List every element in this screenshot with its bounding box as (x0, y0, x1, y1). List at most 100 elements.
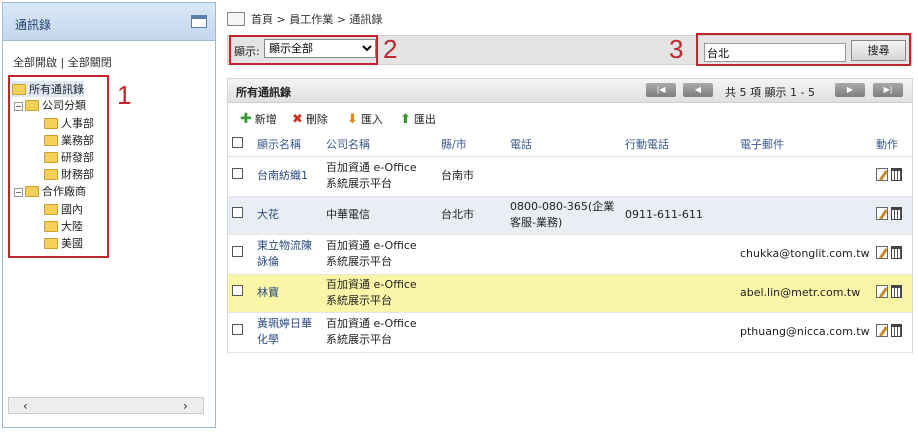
table-cell: 台北市 (437, 196, 506, 235)
table-cell (506, 156, 621, 197)
table-cell: chukka@tonglit.com.tw (736, 234, 872, 275)
expand-all-link[interactable]: 全部開啟 (13, 56, 57, 69)
annotation-number-2: 2 (383, 34, 398, 64)
annotation-box-2 (229, 35, 378, 65)
table-cell[interactable]: 大花 (253, 196, 322, 235)
column-header[interactable]: 行動電話 (621, 133, 736, 157)
column-header[interactable]: 縣/市 (437, 133, 506, 157)
table-cell: 百加資通 e-Office 系統展示平台 (322, 156, 437, 197)
table-cell: 中華電信 (322, 196, 437, 235)
trash-icon[interactable] (891, 168, 902, 181)
add-label: 新增 (254, 113, 277, 126)
table-cell: pthuang@nicca.com.tw (736, 312, 872, 353)
scroll-left-icon[interactable]: ‹ (23, 399, 28, 413)
column-header[interactable]: 電話 (506, 133, 621, 157)
table-cell: 百加資通 e-Office 系統展示平台 (322, 274, 437, 313)
import-button[interactable]: ⬇ 匯入 (347, 111, 383, 127)
annotation-number-3: 3 (669, 34, 684, 64)
annotation-number-1: 1 (117, 80, 132, 110)
edit-icon[interactable] (876, 168, 888, 181)
link-separator: | (60, 56, 65, 69)
select-all-checkbox[interactable] (232, 137, 243, 149)
table-cell: 0800-080-365(企業 客服-業務) (506, 196, 621, 235)
trash-icon[interactable] (891, 285, 902, 298)
select-all-cell (228, 133, 253, 157)
table-cell (872, 234, 912, 275)
column-header[interactable]: 顯示名稱 (253, 133, 322, 157)
table-cell: abel.lin@metr.com.tw (736, 274, 872, 313)
row-select-cell (228, 274, 253, 313)
row-checkbox[interactable] (232, 168, 243, 179)
table-cell (872, 196, 912, 235)
table-cell[interactable]: 林寶 (253, 274, 322, 313)
annotation-box-1 (8, 75, 109, 258)
next-page-icon[interactable]: ▶ (835, 83, 865, 97)
table-body: 台南紡織1 百加資通 e-Office 系統展示平台 台南市 大花 中華電信 台北市 080… (228, 156, 912, 353)
table-row[interactable]: 大花 中華電信 台北市 0800-080-365(企業 客服-業務) 0911-611-… (228, 196, 912, 235)
x-icon: ✖ (292, 112, 303, 127)
contacts-table: 顯示名稱 公司名稱 縣/市 電話 行動電話 電子郵件 動作 台南紡織1 百加資通 … (228, 133, 912, 353)
table-cell (621, 234, 736, 275)
sidebar-title: 通訊錄 (15, 18, 52, 32)
table-cell (736, 156, 872, 197)
import-label: 匯入 (360, 113, 383, 126)
edit-icon[interactable] (876, 246, 888, 259)
add-button[interactable]: ✚ 新增 (240, 111, 277, 127)
plus-icon: ✚ (240, 111, 252, 127)
contact-card-icon (227, 12, 245, 26)
table-row[interactable]: 東立物流陳 詠倫 百加資通 e-Office 系統展示平台 chukka@tongl… (228, 234, 912, 275)
row-select-cell (228, 312, 253, 353)
table-cell[interactable]: 黃珮婷日華 化學 (253, 312, 322, 353)
last-page-icon[interactable]: ▶| (873, 83, 903, 97)
table-cell: 百加資通 e-Office 系統展示平台 (322, 312, 437, 353)
trash-icon[interactable] (891, 246, 902, 259)
table-cell (621, 156, 736, 197)
edit-icon[interactable] (876, 285, 888, 298)
table-cell[interactable]: 台南紡織1 (253, 156, 322, 197)
collapse-all-link[interactable]: 全部關閉 (68, 56, 112, 69)
table-cell (621, 274, 736, 313)
arrow-up-icon: ⬆ (400, 112, 411, 127)
table-header-row: 顯示名稱 公司名稱 縣/市 電話 行動電話 電子郵件 動作 (228, 133, 912, 157)
row-checkbox[interactable] (232, 324, 243, 335)
row-select-cell (228, 196, 253, 235)
table-cell (621, 312, 736, 353)
table-row[interactable]: 黃珮婷日華 化學 百加資通 e-Office 系統展示平台 pthuang@nicc… (228, 312, 912, 353)
table-cell: 台南市 (437, 156, 506, 197)
table-cell (506, 312, 621, 353)
row-select-cell (228, 156, 253, 197)
column-header[interactable]: 電子郵件 (736, 133, 872, 157)
edit-icon[interactable] (876, 324, 888, 337)
table-cell (736, 196, 872, 235)
delete-label: 刪除 (305, 113, 328, 126)
table-cell (506, 234, 621, 275)
export-button[interactable]: ⬆ 匯出 (400, 111, 436, 127)
table-cell (506, 274, 621, 313)
table-row[interactable]: 林寶 百加資通 e-Office 系統展示平台 abel.lin@metr.com.… (228, 274, 912, 313)
export-label: 匯出 (413, 113, 436, 126)
scroll-right-icon[interactable]: › (183, 399, 188, 413)
expand-collapse-links: 全部開啟 | 全部關閉 (13, 54, 112, 70)
horizontal-scrollbar[interactable]: ‹ › (8, 397, 204, 414)
table-cell (437, 234, 506, 275)
row-select-cell (228, 234, 253, 275)
table-cell[interactable]: 東立物流陳 詠倫 (253, 234, 322, 275)
annotation-box-3 (696, 33, 911, 66)
sidebar-header: 通訊錄 (3, 3, 215, 41)
window-icon[interactable] (191, 15, 207, 28)
row-checkbox[interactable] (232, 207, 243, 218)
grid-title: 所有通訊錄 (236, 86, 291, 99)
row-checkbox[interactable] (232, 285, 243, 296)
table-row[interactable]: 台南紡織1 百加資通 e-Office 系統展示平台 台南市 (228, 156, 912, 197)
edit-icon[interactable] (876, 207, 888, 220)
row-checkbox[interactable] (232, 246, 243, 257)
delete-button[interactable]: ✖ 刪除 (292, 111, 328, 127)
trash-icon[interactable] (891, 324, 902, 337)
breadcrumb-text: 首頁 > 員工作業 > 通訊錄 (251, 13, 383, 26)
first-page-icon[interactable]: |◀ (646, 83, 676, 97)
trash-icon[interactable] (891, 207, 902, 220)
table-cell (872, 312, 912, 353)
column-header: 動作 (872, 133, 912, 157)
prev-page-icon[interactable]: ◀ (683, 83, 713, 97)
column-header[interactable]: 公司名稱 (322, 133, 437, 157)
